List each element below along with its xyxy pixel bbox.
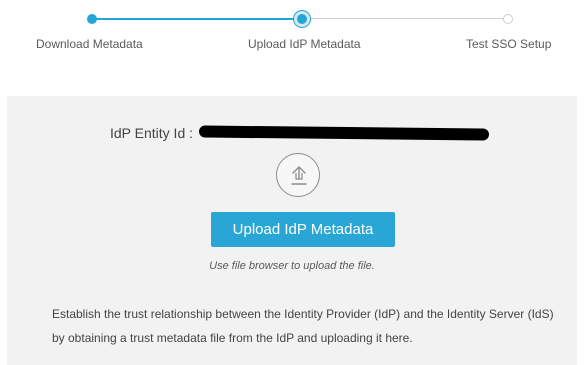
progress-stepper: Download Metadata Upload IdP Metadata Te… (0, 0, 584, 60)
trust-description: Establish the trust relationship between… (52, 307, 554, 345)
step-3-dot (503, 14, 513, 24)
upload-hint: Use file browser to upload the file. (209, 260, 375, 272)
upload-arrow-icon (276, 153, 320, 197)
entity-id-value-redacted (198, 125, 490, 141)
entity-id-row: IdP Entity Id : (110, 123, 490, 143)
step-3-label: Test SSO Setup (466, 37, 552, 51)
step-2-dot (294, 11, 310, 27)
entity-id-label: IdP Entity Id : (110, 125, 194, 141)
upload-arrow-icon-graphic (291, 166, 307, 185)
upload-idp-metadata-button[interactable]: Upload IdP Metadata (211, 212, 395, 247)
step-1-dot (87, 14, 97, 24)
stepper-track-completed (92, 18, 302, 20)
step-1-label: Download Metadata (36, 37, 143, 51)
upload-panel: IdP Entity Id : Upload IdP Metadata Use … (7, 96, 577, 365)
step-2-label: Upload IdP Metadata (248, 37, 361, 51)
stepper-track-remaining (302, 18, 508, 19)
